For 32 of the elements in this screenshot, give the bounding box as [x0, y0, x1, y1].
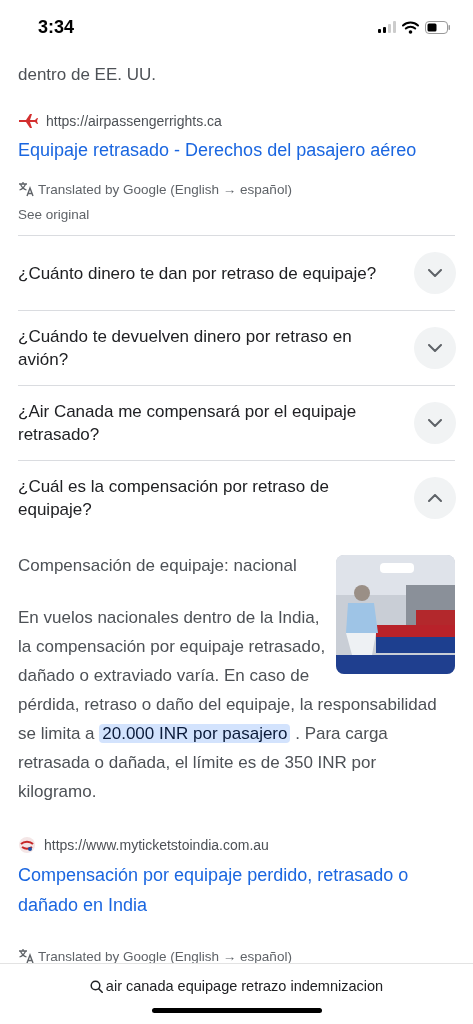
translate-icon [18, 948, 34, 964]
translate-icon [18, 181, 34, 197]
see-original-link[interactable]: See original [18, 207, 90, 222]
translation-note: Translated by Google (English → español) [38, 948, 292, 964]
translation-note: Translated by Google (English → español) [38, 181, 292, 197]
answer-paragraph: En vuelos nacionales dentro de la India, la compensación por equipaje retrasado, dañado o extraviado varía. En caso de pérdida, retraso o daño del equipaje, la responsabilidad se limita a 20.000 INR por pasajero . Para carga retrasada o dañada, el límite es de 350 INR por kilogramo. [18, 607, 438, 803]
site-url: https://airpassengerrights.ca [46, 113, 222, 129]
expand-button[interactable] [414, 402, 456, 444]
question-text: ¿Cuál es la compensación por retraso de equipaje? [18, 476, 330, 521]
snippet-text: dentro de EE. UU. [18, 64, 157, 86]
clock-time: 3:34 [38, 16, 75, 38]
chevron-down-icon [428, 419, 442, 427]
result-title-link[interactable]: Compensación por equipaje perdido, retrasado o dañado en India [18, 860, 455, 920]
expand-button[interactable] [414, 477, 456, 519]
site-url: https://www.myticketstoindia.com.au [44, 837, 269, 853]
signal-icon [378, 21, 396, 33]
chevron-down-icon [428, 269, 442, 277]
site-logo-icon [18, 836, 36, 854]
expand-button[interactable] [414, 252, 456, 294]
battery-icon [425, 20, 451, 34]
question-text: ¿Cuánto dinero te dan por retraso de equipaje? [18, 262, 378, 285]
answer-heading: Compensación de equipaje: nacional [18, 555, 298, 577]
result-title-link[interactable]: Equipaje retrasado - Derechos del pasajero aéreo [18, 135, 455, 165]
question-text: ¿Air Canada me compensará por el equipaje retrasado? [18, 401, 358, 446]
question-text: ¿Cuándo te devuelven dinero por retraso en avión? [18, 326, 353, 371]
search-query[interactable]: air canada equipage retrazo indemnizacion [105, 978, 384, 994]
search-icon [89, 979, 103, 993]
chevron-up-icon [428, 494, 442, 502]
wifi-icon [402, 20, 419, 34]
expand-button[interactable] [414, 327, 456, 369]
chevron-down-icon [428, 344, 442, 352]
plane-icon [18, 113, 38, 129]
